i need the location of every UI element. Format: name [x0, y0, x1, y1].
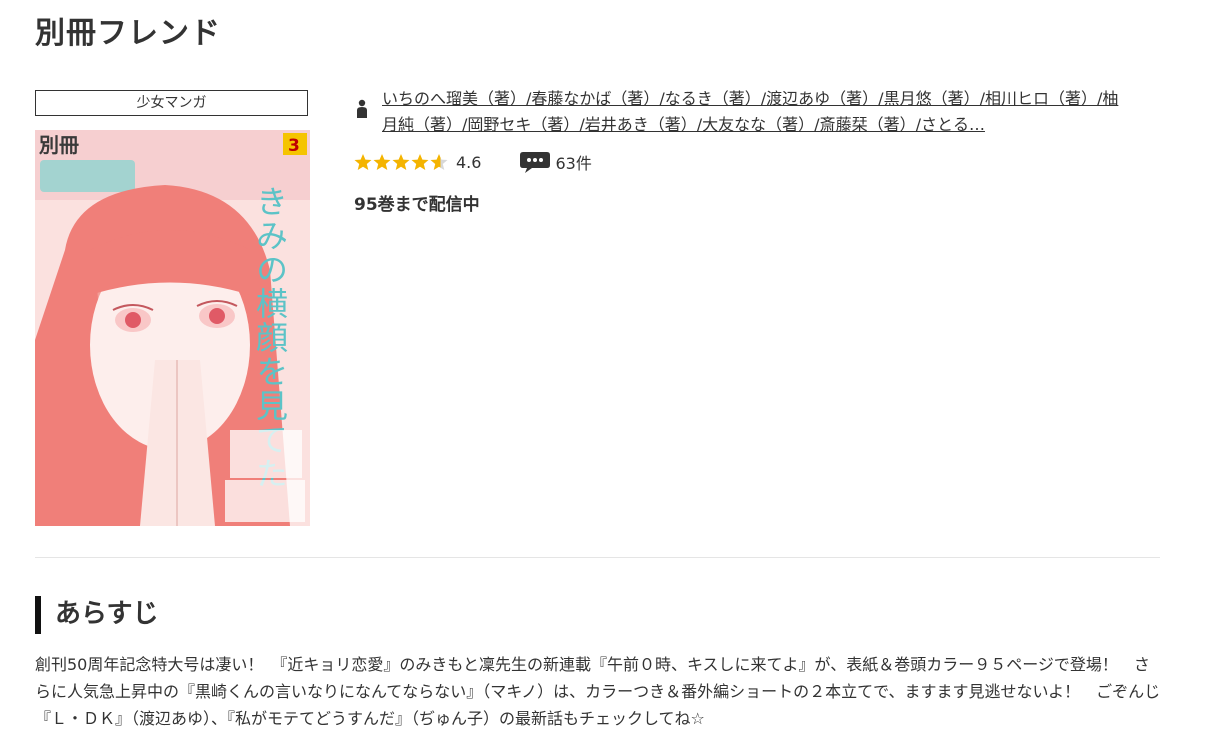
cover-issue-badge: 3 — [288, 136, 300, 156]
rating-row: 4.6 63件 — [354, 148, 1124, 176]
cover-illustration: 別冊 3 きみの横顔を見てた — [35, 130, 310, 526]
page-title: 別冊フレンド — [35, 16, 221, 51]
star-icon — [373, 154, 391, 170]
volumes-available: 95巻まで配信中 — [354, 195, 480, 215]
star-icon — [430, 154, 448, 170]
category-tag[interactable]: 少女マンガ — [35, 90, 308, 116]
rating-value: 4.6 — [456, 152, 482, 172]
book-info: いちのへ瑠美（著）/春藤なかば（著）/なるき（著）/渡辺あゆ（著）/黒月悠（著）… — [354, 86, 1124, 215]
section-divider — [35, 557, 1160, 558]
person-icon — [357, 99, 367, 118]
speech-bubble-icon[interactable] — [519, 150, 551, 174]
cover-image[interactable]: 別冊 3 きみの横顔を見てた — [35, 130, 310, 526]
star-icon — [392, 154, 410, 170]
cover-masthead: 別冊 — [39, 133, 79, 157]
star-icon — [411, 154, 429, 170]
review-count[interactable]: 63件 — [555, 150, 591, 174]
synopsis-text: 創刊50周年記念特大号は凄い！ 『近キョリ恋愛』のみきもと凜先生の新連載『午前０… — [35, 655, 1161, 728]
synopsis-heading: あらすじ — [35, 596, 158, 634]
star-icon — [354, 154, 372, 170]
star-rating — [354, 153, 449, 171]
author-links[interactable]: いちのへ瑠美（著）/春藤なかば（著）/なるき（著）/渡辺あゆ（著）/黒月悠（著）… — [382, 86, 1124, 138]
